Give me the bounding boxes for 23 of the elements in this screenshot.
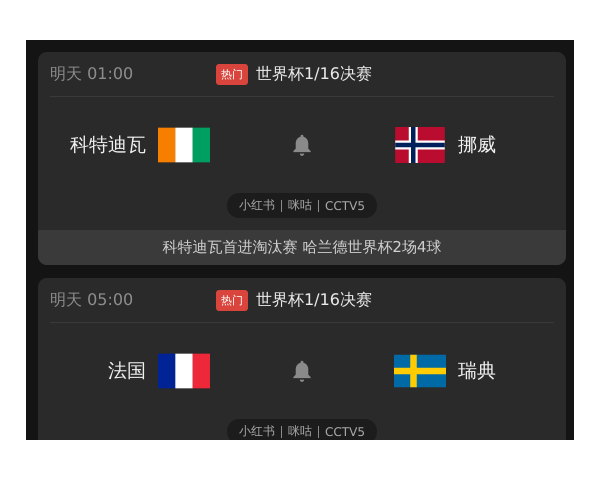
flag-icon bbox=[394, 127, 446, 163]
team-name: 法国 bbox=[108, 359, 146, 384]
channel-name: CCTV5 bbox=[325, 198, 365, 212]
team-name: 瑞典 bbox=[458, 359, 496, 384]
channel-name: 咪咕 bbox=[288, 197, 312, 214]
match-card[interactable]: 明天 01:00 热门 世界杯1/16决赛 科特迪瓦 挪威 小红书 咪咕 CCTV5 科特迪瓦首进淘汰赛 哈兰德世界杯2场4球 bbox=[38, 52, 566, 265]
flag-icon bbox=[158, 353, 210, 389]
match-time: 明天 01:00 bbox=[50, 64, 134, 84]
flag-icon bbox=[158, 127, 210, 163]
match-stage: 世界杯1/16决赛 bbox=[256, 64, 372, 84]
channel-name: 咪咕 bbox=[288, 423, 312, 440]
hot-badge: 热门 bbox=[216, 290, 248, 310]
channel-name: 小红书 bbox=[239, 423, 276, 440]
match-time: 明天 05:00 bbox=[50, 290, 134, 310]
news-headline[interactable]: 科特迪瓦首进淘汰赛 哈兰德世界杯2场4球 bbox=[38, 230, 566, 265]
flag-icon bbox=[394, 353, 446, 389]
channel-name: 小红书 bbox=[239, 197, 276, 214]
team-name: 挪威 bbox=[458, 133, 496, 158]
match-card[interactable]: 明天 05:00 热门 世界杯1/16决赛 法国 瑞典 小红书 咪咕 CCTV5 bbox=[38, 278, 566, 440]
team-name: 科特迪瓦 bbox=[70, 133, 146, 158]
channel-name: CCTV5 bbox=[325, 424, 365, 438]
hot-badge: 热门 bbox=[216, 64, 248, 84]
match-stage: 世界杯1/16决赛 bbox=[256, 290, 372, 310]
